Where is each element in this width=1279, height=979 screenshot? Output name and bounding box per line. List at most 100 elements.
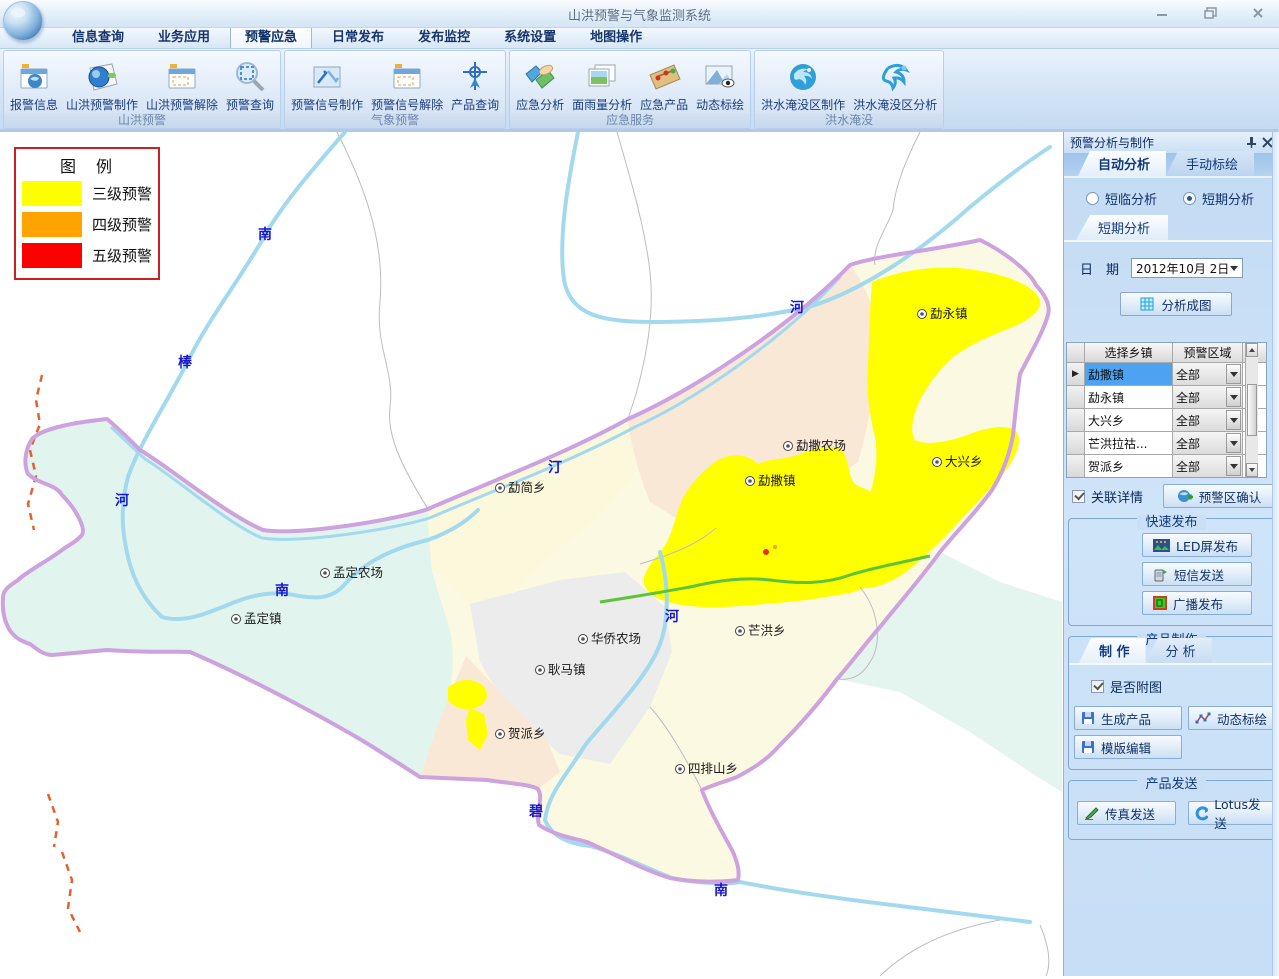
ribbon-group-caption: 气象预警 [285, 113, 505, 128]
panel-tab-strip: 自动分析 手动标绘 [1064, 153, 1279, 178]
panel-header: 预警分析与制作 [1064, 132, 1279, 153]
chevron-down-icon[interactable] [1226, 433, 1241, 453]
group-caption: 产品发送 [1137, 777, 1205, 792]
maximize-button[interactable] [1197, 4, 1223, 22]
close-button[interactable] [1245, 4, 1271, 22]
confirm-warning-area-button[interactable]: 预警区确认 [1163, 484, 1275, 508]
ribbon-group-caption: 应急服务 [510, 113, 750, 128]
related-details-checkbox[interactable] [1072, 490, 1085, 503]
date-label: 日 期 [1080, 259, 1119, 278]
template-edit-button[interactable]: 模版编辑 [1074, 735, 1182, 759]
broadcast-publish-button[interactable]: 广播发布 [1142, 591, 1252, 615]
rainfall-analysis-icon [585, 57, 619, 97]
area-dropdown[interactable]: 全部 [1173, 363, 1243, 385]
window-title: 山洪预警与气象监测系统 [0, 5, 1279, 24]
sms-icon [1153, 567, 1168, 582]
date-dropdown[interactable]: 2012年10月 2日 [1131, 258, 1243, 278]
lotus-send-button[interactable]: Lotus发送 [1188, 801, 1274, 825]
pin-icon [1246, 136, 1257, 149]
chevron-down-icon[interactable] [1226, 364, 1241, 384]
fax-send-button[interactable]: 传真发送 [1077, 801, 1176, 825]
place-label: 孟定镇 [244, 611, 282, 626]
warning-query-icon [233, 57, 267, 97]
radio-icon [1086, 192, 1099, 205]
product-query-icon [459, 57, 491, 97]
scroll-up-icon[interactable] [1246, 343, 1258, 357]
signal-clear-button[interactable]: 预警信号解除 [367, 52, 447, 113]
ribbon-group-caption: 洪水淹没 [755, 113, 943, 128]
map-canvas[interactable]: 勐永镇 大兴乡 勐撒农场 勐撒镇 勐简乡 孟定农场 孟定镇 华侨农场 耿马镇 芒… [0, 132, 1063, 976]
ribbon: 报警信息 山洪预警制作 山洪预警解除 预警查询 山洪预警 [0, 48, 1279, 132]
alarm-info-button[interactable]: 报警信息 [6, 52, 62, 113]
river-label: 南 [714, 882, 728, 899]
rainfall-analysis-button[interactable]: 面雨量分析 [568, 52, 636, 113]
table-row[interactable]: 贺派乡 全部 三 [1067, 454, 1266, 477]
area-dropdown[interactable]: 全部 [1173, 432, 1243, 454]
hazard-point [763, 549, 769, 555]
flood-zone-analysis-button[interactable]: 洪水淹没区分析 [849, 52, 941, 113]
analyze-map-button[interactable]: 分析成图 [1120, 292, 1232, 316]
flood-zone-make-button[interactable]: 洪水淹没区制作 [757, 52, 849, 113]
flood-warning-make-button[interactable]: 山洪预警制作 [62, 52, 142, 113]
place-label: 耿马镇 [548, 662, 586, 677]
place-label: 孟定农场 [333, 565, 383, 580]
analysis-mode-radios: 短临分析 短期分析 [1064, 178, 1279, 218]
generate-product-button[interactable]: 生成产品 [1074, 706, 1182, 730]
area-dropdown[interactable]: 全部 [1173, 386, 1243, 408]
date-row: 日 期 2012年10月 2日 [1064, 242, 1279, 278]
ribbon-group-weather-warning: 预警信号制作 预警信号解除 产品查询 气象预警 [284, 50, 506, 129]
town-selection-table: 选择乡镇 预警区域 ▶ 勐撒镇 全部 四 勐永镇 全部 三 大兴乡 全部 三 [1066, 342, 1267, 478]
attach-map-checkbox[interactable] [1091, 680, 1104, 693]
chevron-down-icon[interactable] [1226, 456, 1241, 476]
minimize-button[interactable] [1149, 4, 1175, 22]
tab-manual-draw[interactable]: 手动标绘 [1166, 151, 1254, 176]
place-label: 大兴乡 [945, 454, 983, 469]
legend-title: 图 例 [22, 153, 152, 177]
area-dropdown[interactable]: 全部 [1173, 455, 1243, 477]
table-header-row: 选择乡镇 预警区域 [1067, 343, 1266, 362]
river-label: 南 [275, 582, 289, 599]
river-label: 河 [665, 608, 679, 625]
map-legend: 图 例 三级预警 四级预警 五级预警 [14, 147, 160, 280]
pin-button[interactable] [1243, 135, 1259, 150]
lotus-icon [1195, 806, 1208, 821]
subtab-short-term[interactable]: 短期分析 [1076, 215, 1168, 240]
emergency-analysis-button[interactable]: 应急分析 [512, 52, 568, 113]
scrollbar-thumb[interactable] [1247, 384, 1257, 436]
radio-short-nowcast[interactable]: 短临分析 [1086, 189, 1157, 208]
ribbon-group-caption: 山洪预警 [4, 113, 280, 128]
place-label: 勐简乡 [508, 480, 546, 495]
tab-auto-analysis[interactable]: 自动分析 [1078, 151, 1166, 176]
dynamic-draw-button[interactable]: 动态标绘 [1188, 706, 1279, 730]
chevron-down-icon[interactable] [1226, 410, 1241, 430]
table-row[interactable]: 大兴乡 全部 三 [1067, 408, 1266, 431]
place-label: 华侨农场 [591, 631, 641, 646]
dynamic-plot-button[interactable]: 动态标绘 [692, 52, 748, 113]
maximize-icon [1204, 7, 1217, 19]
chevron-down-icon[interactable] [1226, 387, 1241, 407]
table-scrollbar[interactable] [1245, 343, 1258, 477]
chevron-down-icon [1230, 266, 1238, 271]
warning-query-button[interactable]: 预警查询 [222, 52, 278, 113]
subtab-strip: 短期分析 [1064, 218, 1279, 242]
flood-warning-clear-button[interactable]: 山洪预警解除 [142, 52, 222, 113]
signal-make-button[interactable]: 预警信号制作 [287, 52, 367, 113]
dynamic-draw-icon [1195, 712, 1211, 725]
product-query-button[interactable]: 产品查询 [447, 52, 503, 113]
emergency-product-button[interactable]: 应急产品 [636, 52, 692, 113]
area-dropdown[interactable]: 全部 [1173, 409, 1243, 431]
panel-scrollbar[interactable] [1272, 132, 1279, 976]
dynamic-plot-icon [703, 57, 737, 97]
table-row[interactable]: 芒洪拉祜... 全部 三 [1067, 431, 1266, 454]
flood-warning-make-icon [84, 57, 120, 97]
table-row[interactable]: ▶ 勐撒镇 全部 四 [1067, 362, 1266, 385]
table-row[interactable]: 勐永镇 全部 三 [1067, 385, 1266, 408]
product-make-group: 产品制作 制 作 分 析 是否附图 生成产品 动态标绘 [1068, 636, 1275, 770]
sms-send-button[interactable]: 短信发送 [1142, 562, 1252, 586]
broadcast-icon [1153, 596, 1167, 610]
led-publish-button[interactable]: LED屏发布 [1142, 533, 1252, 557]
scroll-down-icon[interactable] [1246, 463, 1258, 477]
river-label: 南 [258, 226, 272, 243]
radio-short-term[interactable]: 短期分析 [1183, 189, 1254, 208]
legend-swatch-level3 [22, 181, 82, 206]
